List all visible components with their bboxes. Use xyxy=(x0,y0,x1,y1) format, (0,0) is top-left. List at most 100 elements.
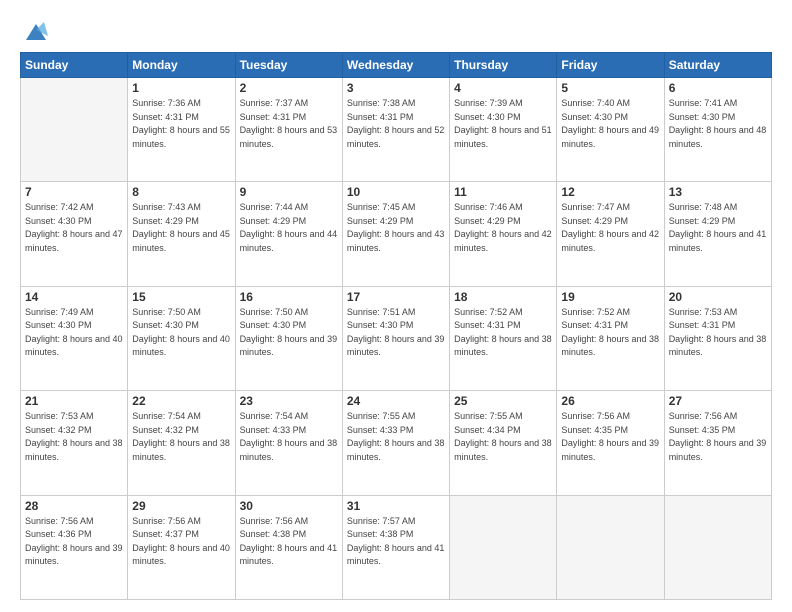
calendar-cell xyxy=(450,495,557,599)
day-info: Sunrise: 7:46 AMSunset: 4:29 PMDaylight:… xyxy=(454,201,552,255)
logo xyxy=(20,16,50,44)
day-info: Sunrise: 7:55 AMSunset: 4:34 PMDaylight:… xyxy=(454,410,552,464)
day-info: Sunrise: 7:57 AMSunset: 4:38 PMDaylight:… xyxy=(347,515,445,569)
day-number: 29 xyxy=(132,499,230,513)
day-number: 28 xyxy=(25,499,123,513)
calendar-cell: 26 Sunrise: 7:56 AMSunset: 4:35 PMDayligh… xyxy=(557,391,664,495)
day-number: 14 xyxy=(25,290,123,304)
calendar-cell xyxy=(557,495,664,599)
day-info: Sunrise: 7:54 AMSunset: 4:32 PMDaylight:… xyxy=(132,410,230,464)
day-number: 10 xyxy=(347,185,445,199)
day-info: Sunrise: 7:53 AMSunset: 4:32 PMDaylight:… xyxy=(25,410,123,464)
day-number: 7 xyxy=(25,185,123,199)
calendar-cell: 18 Sunrise: 7:52 AMSunset: 4:31 PMDayligh… xyxy=(450,286,557,390)
day-info: Sunrise: 7:47 AMSunset: 4:29 PMDaylight:… xyxy=(561,201,659,255)
day-info: Sunrise: 7:55 AMSunset: 4:33 PMDaylight:… xyxy=(347,410,445,464)
calendar-cell xyxy=(664,495,771,599)
calendar-cell: 15Sunrise: 7:50 AMSunset: 4:30 PMDayligh… xyxy=(128,286,235,390)
day-number: 1 xyxy=(132,81,230,95)
calendar-cell: 7 Sunrise: 7:42 AMSunset: 4:30 PMDaylight… xyxy=(21,182,128,286)
calendar-cell: 1 Sunrise: 7:36 AMSunset: 4:31 PMDaylight… xyxy=(128,78,235,182)
day-number: 20 xyxy=(669,290,767,304)
calendar-cell: 20 Sunrise: 7:53 AMSunset: 4:31 PMDayligh… xyxy=(664,286,771,390)
day-number: 19 xyxy=(561,290,659,304)
day-number: 9 xyxy=(240,185,338,199)
day-number: 2 xyxy=(240,81,338,95)
day-info: Sunrise: 7:50 AMSunset: 4:30 PMDaylight:… xyxy=(240,306,338,360)
calendar-cell: 21 Sunrise: 7:53 AMSunset: 4:32 PMDayligh… xyxy=(21,391,128,495)
calendar-cell: 12 Sunrise: 7:47 AMSunset: 4:29 PMDayligh… xyxy=(557,182,664,286)
day-info: Sunrise: 7:56 AMSunset: 4:37 PMDaylight:… xyxy=(132,515,230,569)
day-info: Sunrise: 7:56 AMSunset: 4:36 PMDaylight:… xyxy=(25,515,123,569)
day-info: Sunrise: 7:39 AMSunset: 4:30 PMDaylight:… xyxy=(454,97,552,151)
col-header-monday: Monday xyxy=(128,53,235,78)
day-number: 23 xyxy=(240,394,338,408)
day-number: 21 xyxy=(25,394,123,408)
col-header-friday: Friday xyxy=(557,53,664,78)
calendar-cell: 25Sunrise: 7:55 AMSunset: 4:34 PMDayligh… xyxy=(450,391,557,495)
page: SundayMondayTuesdayWednesdayThursdayFrid… xyxy=(0,0,792,612)
calendar-table: SundayMondayTuesdayWednesdayThursdayFrid… xyxy=(20,52,772,600)
day-info: Sunrise: 7:40 AMSunset: 4:30 PMDaylight:… xyxy=(561,97,659,151)
calendar-cell: 10 Sunrise: 7:45 AMSunset: 4:29 PMDayligh… xyxy=(342,182,449,286)
day-info: Sunrise: 7:44 AMSunset: 4:29 PMDaylight:… xyxy=(240,201,338,255)
calendar-cell: 11 Sunrise: 7:46 AMSunset: 4:29 PMDayligh… xyxy=(450,182,557,286)
day-info: Sunrise: 7:52 AMSunset: 4:31 PMDaylight:… xyxy=(454,306,552,360)
day-number: 31 xyxy=(347,499,445,513)
week-row-1: 7 Sunrise: 7:42 AMSunset: 4:30 PMDaylight… xyxy=(21,182,772,286)
day-info: Sunrise: 7:56 AMSunset: 4:38 PMDaylight:… xyxy=(240,515,338,569)
header xyxy=(20,16,772,44)
day-info: Sunrise: 7:36 AMSunset: 4:31 PMDaylight:… xyxy=(132,97,230,151)
calendar-cell: 5Sunrise: 7:40 AMSunset: 4:30 PMDaylight… xyxy=(557,78,664,182)
day-number: 26 xyxy=(561,394,659,408)
day-info: Sunrise: 7:53 AMSunset: 4:31 PMDaylight:… xyxy=(669,306,767,360)
calendar-cell: 24Sunrise: 7:55 AMSunset: 4:33 PMDayligh… xyxy=(342,391,449,495)
day-number: 11 xyxy=(454,185,552,199)
week-row-3: 21 Sunrise: 7:53 AMSunset: 4:32 PMDayligh… xyxy=(21,391,772,495)
logo-icon xyxy=(22,16,50,44)
col-header-thursday: Thursday xyxy=(450,53,557,78)
calendar-cell: 28 Sunrise: 7:56 AMSunset: 4:36 PMDayligh… xyxy=(21,495,128,599)
calendar-cell: 29 Sunrise: 7:56 AMSunset: 4:37 PMDayligh… xyxy=(128,495,235,599)
day-number: 27 xyxy=(669,394,767,408)
day-info: Sunrise: 7:56 AMSunset: 4:35 PMDaylight:… xyxy=(669,410,767,464)
day-number: 4 xyxy=(454,81,552,95)
calendar-cell: 9 Sunrise: 7:44 AMSunset: 4:29 PMDaylight… xyxy=(235,182,342,286)
day-info: Sunrise: 7:54 AMSunset: 4:33 PMDaylight:… xyxy=(240,410,338,464)
day-number: 12 xyxy=(561,185,659,199)
calendar-cell: 14 Sunrise: 7:49 AMSunset: 4:30 PMDayligh… xyxy=(21,286,128,390)
week-row-4: 28 Sunrise: 7:56 AMSunset: 4:36 PMDayligh… xyxy=(21,495,772,599)
col-header-sunday: Sunday xyxy=(21,53,128,78)
day-info: Sunrise: 7:52 AMSunset: 4:31 PMDaylight:… xyxy=(561,306,659,360)
day-number: 18 xyxy=(454,290,552,304)
calendar-cell: 8Sunrise: 7:43 AMSunset: 4:29 PMDaylight… xyxy=(128,182,235,286)
calendar-cell: 6Sunrise: 7:41 AMSunset: 4:30 PMDaylight… xyxy=(664,78,771,182)
calendar-cell: 13 Sunrise: 7:48 AMSunset: 4:29 PMDayligh… xyxy=(664,182,771,286)
day-number: 15 xyxy=(132,290,230,304)
day-number: 16 xyxy=(240,290,338,304)
day-number: 22 xyxy=(132,394,230,408)
calendar-cell: 2 Sunrise: 7:37 AMSunset: 4:31 PMDaylight… xyxy=(235,78,342,182)
header-row: SundayMondayTuesdayWednesdayThursdayFrid… xyxy=(21,53,772,78)
calendar-cell xyxy=(21,78,128,182)
calendar-cell: 22 Sunrise: 7:54 AMSunset: 4:32 PMDayligh… xyxy=(128,391,235,495)
day-info: Sunrise: 7:37 AMSunset: 4:31 PMDaylight:… xyxy=(240,97,338,151)
calendar-cell: 19 Sunrise: 7:52 AMSunset: 4:31 PMDayligh… xyxy=(557,286,664,390)
day-info: Sunrise: 7:49 AMSunset: 4:30 PMDaylight:… xyxy=(25,306,123,360)
day-number: 17 xyxy=(347,290,445,304)
calendar-cell: 3Sunrise: 7:38 AMSunset: 4:31 PMDaylight… xyxy=(342,78,449,182)
day-number: 3 xyxy=(347,81,445,95)
day-info: Sunrise: 7:48 AMSunset: 4:29 PMDaylight:… xyxy=(669,201,767,255)
col-header-wednesday: Wednesday xyxy=(342,53,449,78)
day-number: 30 xyxy=(240,499,338,513)
day-info: Sunrise: 7:41 AMSunset: 4:30 PMDaylight:… xyxy=(669,97,767,151)
calendar-cell: 27 Sunrise: 7:56 AMSunset: 4:35 PMDayligh… xyxy=(664,391,771,495)
day-number: 13 xyxy=(669,185,767,199)
col-header-saturday: Saturday xyxy=(664,53,771,78)
calendar-cell: 17Sunrise: 7:51 AMSunset: 4:30 PMDayligh… xyxy=(342,286,449,390)
day-info: Sunrise: 7:42 AMSunset: 4:30 PMDaylight:… xyxy=(25,201,123,255)
calendar-cell: 16 Sunrise: 7:50 AMSunset: 4:30 PMDayligh… xyxy=(235,286,342,390)
calendar-cell: 23 Sunrise: 7:54 AMSunset: 4:33 PMDayligh… xyxy=(235,391,342,495)
day-info: Sunrise: 7:56 AMSunset: 4:35 PMDaylight:… xyxy=(561,410,659,464)
day-info: Sunrise: 7:45 AMSunset: 4:29 PMDaylight:… xyxy=(347,201,445,255)
